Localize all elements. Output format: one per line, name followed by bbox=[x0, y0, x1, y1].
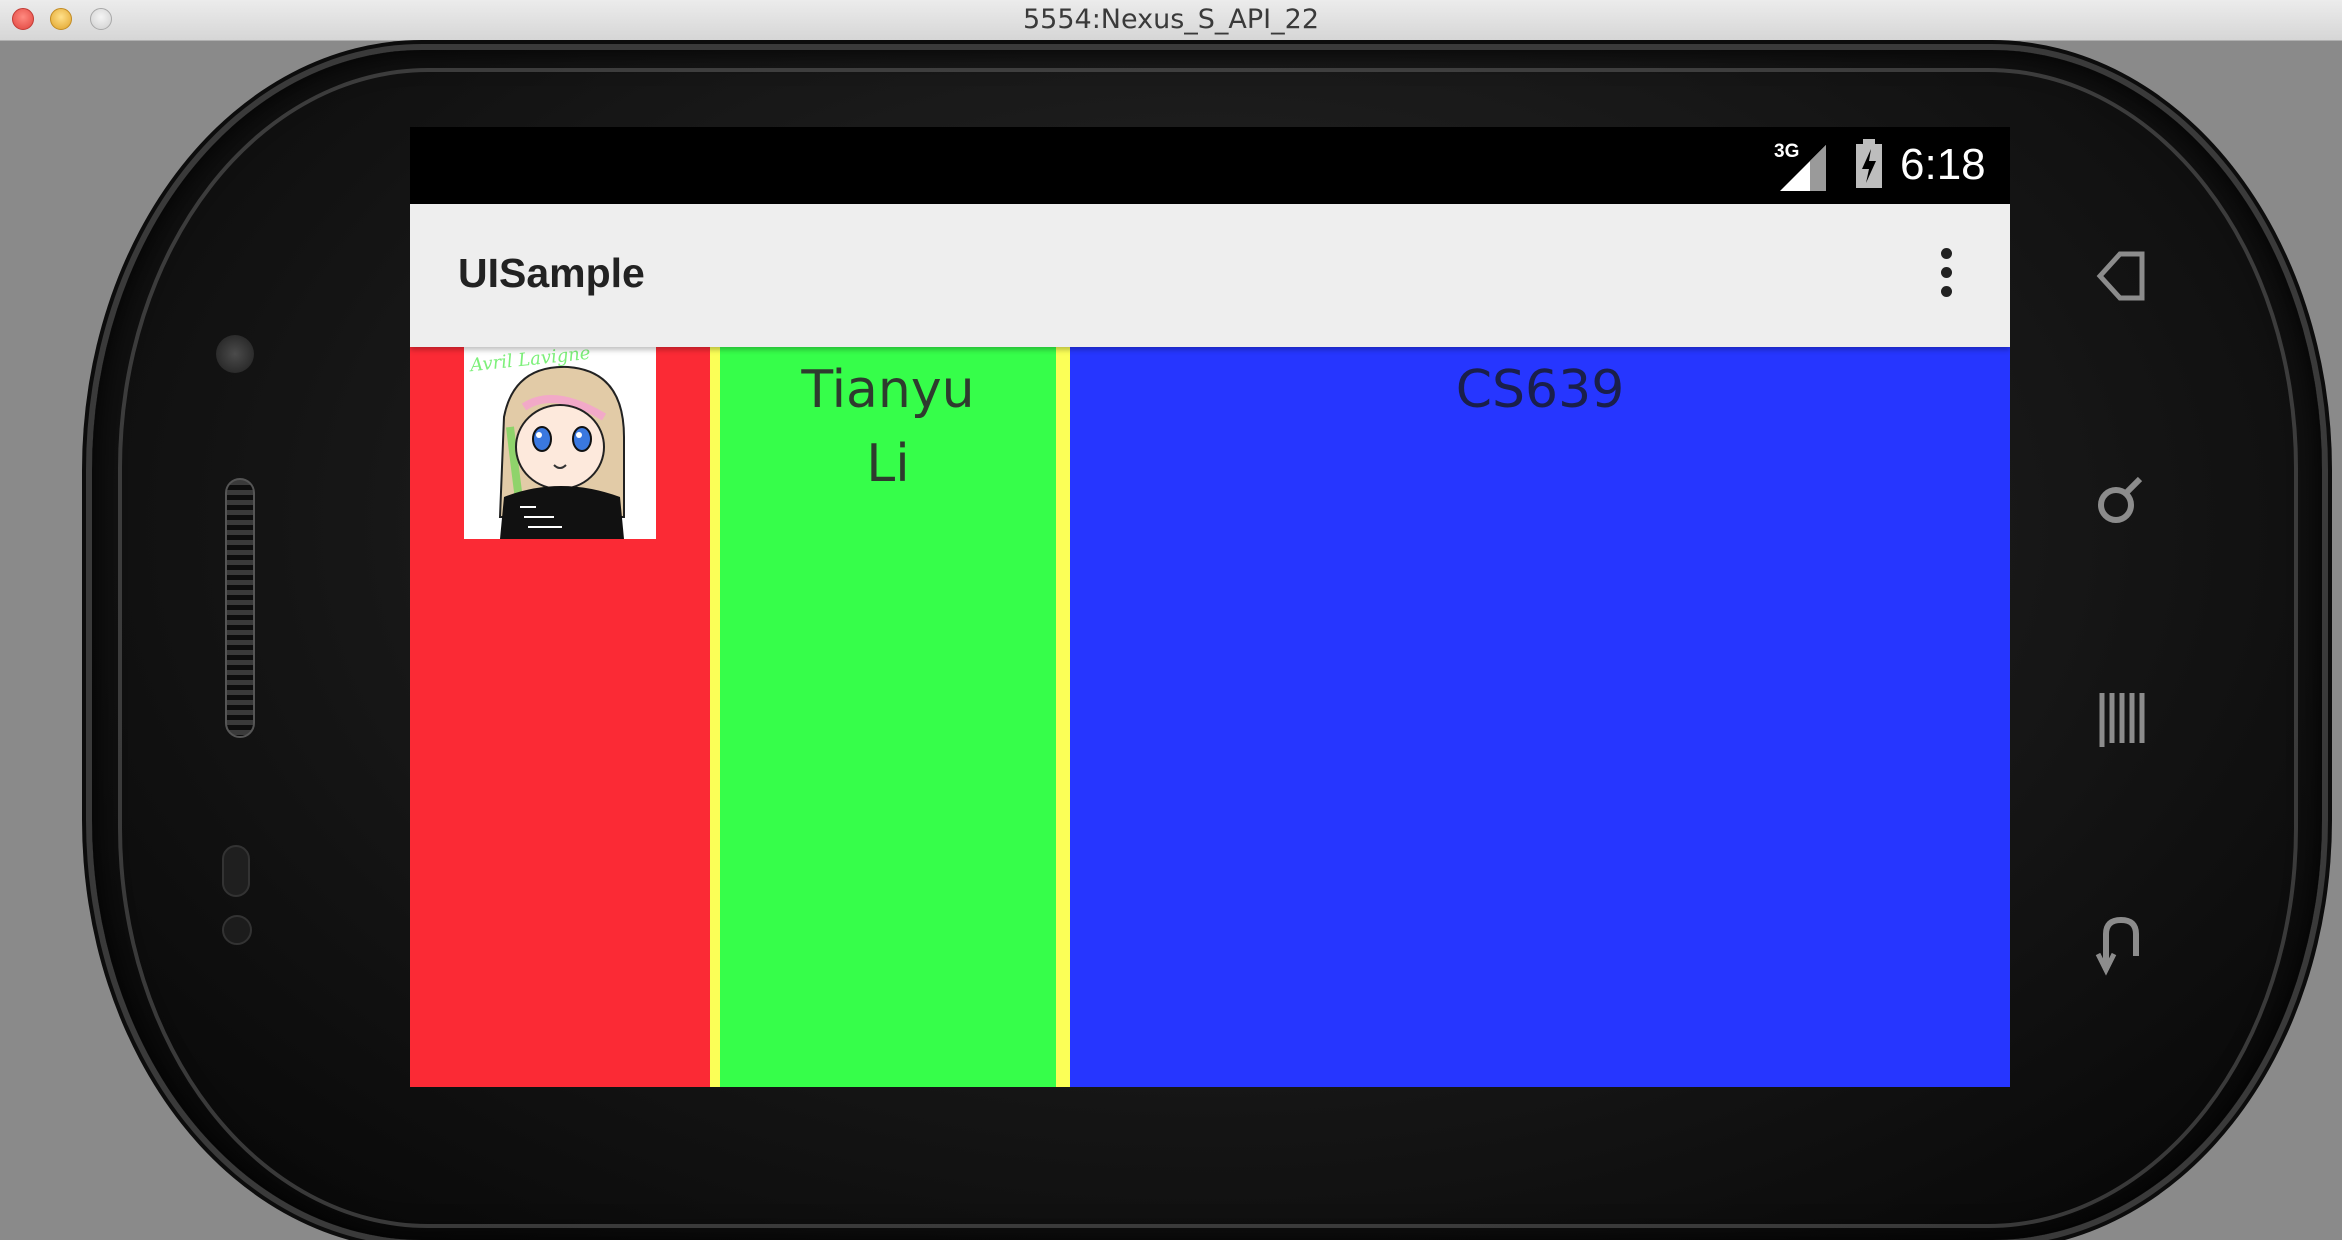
window-title-bar: 5554:Nexus_S_API_22 bbox=[0, 0, 2342, 41]
name-text: Tianyu Li bbox=[801, 360, 975, 494]
home-icon bbox=[2096, 251, 2145, 301]
proximity-sensor bbox=[222, 845, 250, 897]
device-screen: 3G 6:18 UISample Avril Lavigne Tianyu Li… bbox=[410, 127, 2010, 1087]
window-title: 5554:Nexus_S_API_22 bbox=[1022, 4, 1319, 35]
middle-panel: Tianyu Li bbox=[710, 347, 1070, 1087]
earpiece-speaker bbox=[225, 478, 255, 738]
battery-charging-icon bbox=[1856, 139, 1882, 188]
left-panel: Avril Lavigne bbox=[410, 347, 710, 1087]
app-bar: UISample bbox=[410, 204, 2010, 347]
app-title: UISample bbox=[458, 250, 645, 296]
avatar-drawing bbox=[464, 347, 656, 539]
light-sensor bbox=[222, 915, 252, 945]
back-icon bbox=[2095, 916, 2139, 976]
content-area: Avril Lavigne Tianyu Li CS639 bbox=[410, 347, 2010, 1087]
more-vert-icon[interactable] bbox=[1934, 248, 1958, 304]
home-key[interactable] bbox=[2092, 240, 2150, 310]
signal-icon bbox=[1780, 145, 1826, 191]
menu-icon bbox=[2099, 693, 2145, 747]
back-key[interactable] bbox=[2092, 910, 2150, 980]
search-key[interactable] bbox=[2092, 465, 2150, 535]
search-icon bbox=[2098, 476, 2143, 523]
course-text: CS639 bbox=[1455, 360, 1625, 420]
menu-key[interactable] bbox=[2092, 685, 2150, 755]
status-bar: 3G 6:18 bbox=[410, 127, 2010, 204]
avatar-image: Avril Lavigne bbox=[464, 347, 656, 539]
right-panel: CS639 bbox=[1070, 347, 2010, 1087]
status-clock: 6:18 bbox=[1900, 140, 1986, 189]
front-camera bbox=[216, 335, 254, 373]
